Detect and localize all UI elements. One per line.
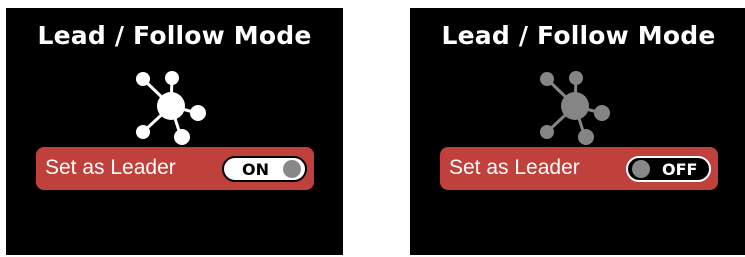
set-as-leader-label: Set as Leader [45,156,176,179]
set-as-leader-row[interactable]: Set as Leader ON [36,147,314,190]
set-as-leader-label: Set as Leader [449,156,580,179]
lead-follow-screen-on: Lead / Follow Mode Set as Leader ON [6,8,343,255]
leader-toggle-switch[interactable]: ON [222,156,307,182]
leader-toggle-switch[interactable]: OFF [626,156,711,182]
network-hub-icon [540,71,610,145]
toggle-knob [283,160,301,178]
network-hub-icon [136,71,206,145]
screen-title: Lead / Follow Mode [441,21,716,50]
toggle-knob [632,160,650,178]
screen-title: Lead / Follow Mode [37,21,312,50]
set-as-leader-row[interactable]: Set as Leader OFF [440,147,718,190]
lead-follow-screen-off: Lead / Follow Mode Set as Leader OFF [410,8,745,255]
toggle-state-label: OFF [662,160,698,179]
toggle-state-label: ON [242,160,269,179]
